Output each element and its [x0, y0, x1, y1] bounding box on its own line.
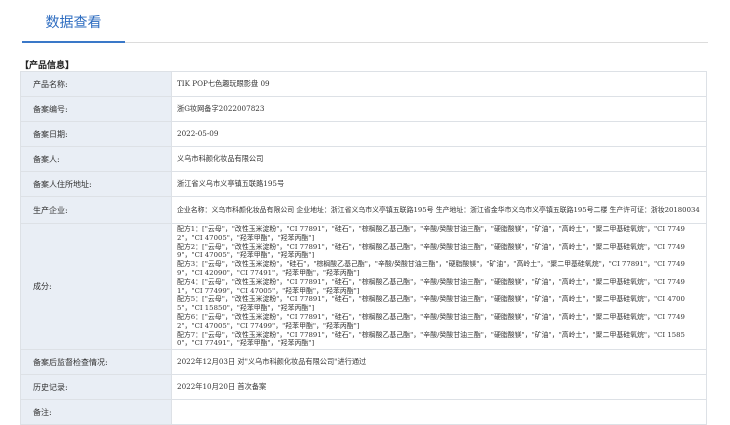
label-manufacturer: 生产企业:	[20, 196, 172, 224]
ingredient-formula-4: 配方4：["云母"，"改性玉米淀粉"，"CI 77891"，"硅石"，"棕榈酸乙…	[177, 277, 685, 295]
value-record-date: 2022-05-09	[171, 121, 707, 147]
value-registrant-address: 浙江省义乌市义亭镇五联路195号	[171, 171, 707, 197]
label-record-no: 备案编号:	[20, 96, 172, 122]
label-product-name: 产品名称:	[20, 71, 172, 97]
row-manufacturer: 生产企业: 企业名称：义乌市科颜化妆品有限公司 企业地址：浙江省义乌市义亭镇五联…	[20, 196, 707, 224]
label-registrant-address: 备案人住所地址:	[20, 171, 172, 197]
row-record-date: 备案日期: 2022-05-09	[20, 121, 707, 147]
tab-data-view[interactable]: 数据查看	[22, 0, 125, 42]
value-post-inspection: 2022年12月03日 对"义乌市科颜化妆品有限公司"进行通过	[171, 349, 707, 376]
section-title-product-info: 【产品信息】	[20, 61, 75, 71]
value-product-name: TIK POP七色趣玩眼影盘 09	[171, 71, 707, 97]
label-remarks: 备注:	[20, 399, 172, 425]
ingredient-formula-5: 配方5：["云母"，"改性玉米淀粉"，"CI 77891"，"硅石"，"棕榈酸乙…	[177, 295, 685, 313]
value-manufacturer: 企业名称：义乌市科颜化妆品有限公司 企业地址：浙江省义乌市义亭镇五联路195号 …	[171, 196, 707, 224]
row-remarks: 备注:	[20, 399, 707, 425]
ingredient-formula-2: 配方2：["云母"，"改性玉米淀粉"，"CI 77891"，"硅石"，"棕榈酸乙…	[177, 242, 685, 260]
label-history: 历史记录:	[20, 374, 172, 401]
product-info-table: 产品名称: TIK POP七色趣玩眼影盘 09 备案编号: 浙G妆网备字2022…	[20, 71, 707, 425]
ingredient-formula-7: 配方7：["云母"，"改性玉米淀粉"，"CI 77891"，"硅石"，"棕榈酸乙…	[177, 330, 685, 348]
value-record-no: 浙G妆网备字2022007823	[171, 96, 707, 122]
value-history: 2022年10月20日 首次备案	[171, 374, 707, 401]
value-ingredients: 配方1：["云母"，"改性玉米淀粉"，"CI 77891"，"硅石"，"棕榈酸乙…	[171, 222, 707, 351]
tab-bar: 数据查看	[0, 0, 730, 44]
row-history: 历史记录: 2022年10月20日 首次备案	[20, 374, 707, 401]
row-record-no: 备案编号: 浙G妆网备字2022007823	[20, 96, 707, 122]
value-remarks	[171, 399, 707, 425]
label-ingredients: 成分:	[20, 222, 172, 351]
label-post-inspection: 备案后监督检查情况:	[20, 349, 172, 376]
row-registrant: 备案人: 义乌市科颜化妆品有限公司	[20, 146, 707, 172]
ingredient-formula-3: 配方3：["云母"，"改性玉米淀粉"，"硅石"，"棕榈酸乙基己酯"，"辛酸/癸酸…	[177, 260, 685, 277]
row-post-inspection: 备案后监督检查情况: 2022年12月03日 对"义乌市科颜化妆品有限公司"进行…	[20, 349, 707, 376]
label-registrant: 备案人:	[20, 146, 172, 172]
ingredient-formula-1: 配方1：["云母"，"改性玉米淀粉"，"CI 77891"，"硅石"，"棕榈酸乙…	[177, 225, 685, 242]
ingredient-formula-6: 配方6：["云母"，"改性玉米淀粉"，"CI 77891"，"硅石"，"棕榈酸乙…	[177, 312, 685, 330]
row-registrant-address: 备案人住所地址: 浙江省义乌市义亭镇五联路195号	[20, 171, 707, 197]
label-record-date: 备案日期:	[20, 121, 172, 147]
row-product-name: 产品名称: TIK POP七色趣玩眼影盘 09	[20, 71, 707, 97]
value-registrant: 义乌市科颜化妆品有限公司	[171, 146, 707, 172]
row-ingredients: 成分: 配方1：["云母"，"改性玉米淀粉"，"CI 77891"，"硅石"，"…	[20, 222, 707, 351]
tab-active-indicator	[22, 41, 125, 43]
